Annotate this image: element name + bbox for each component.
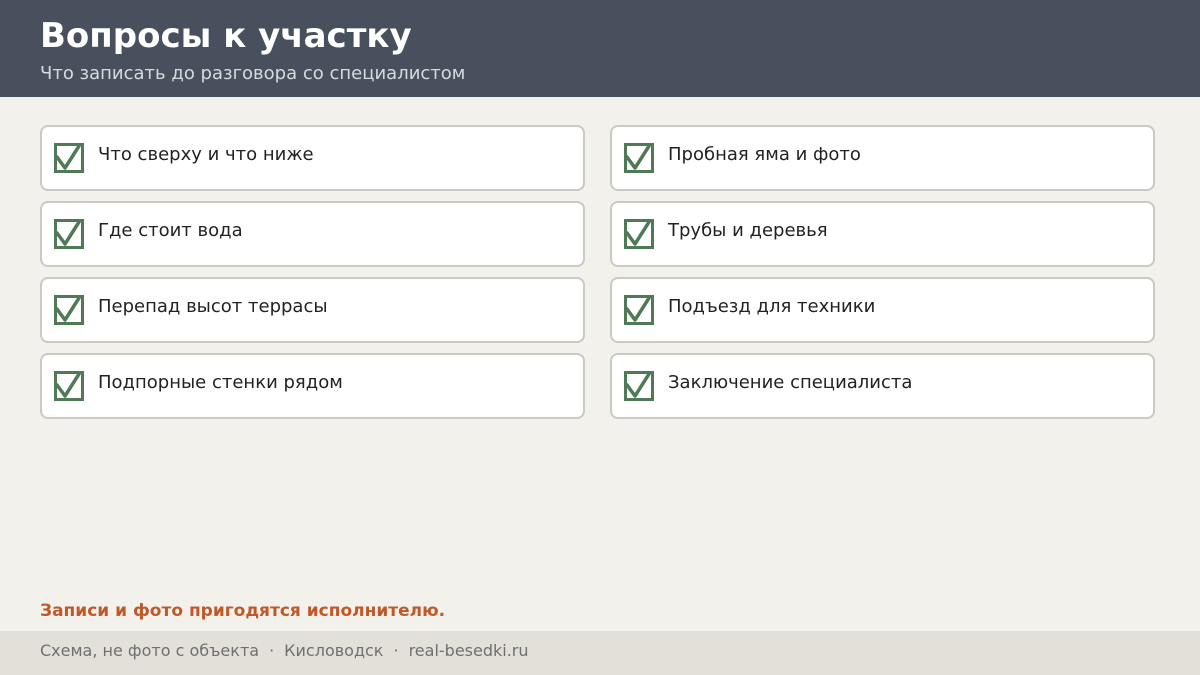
checkbox-checked-icon xyxy=(624,219,654,249)
checkbox-checked-icon xyxy=(54,295,84,325)
checkbox-checked-icon xyxy=(624,371,654,401)
footer-caption: Схема, не фото с объекта xyxy=(40,641,260,660)
checklist-item-label: Пробная яма и фото xyxy=(668,144,861,165)
checklist-item: Подпорные стенки рядом xyxy=(40,353,585,419)
checklist-item-label: Подъезд для техники xyxy=(668,296,876,317)
accent-note: Записи и фото пригодятся исполнителю. xyxy=(40,601,446,621)
footer-site: real-besedki.ru xyxy=(408,641,529,660)
header-bar: Вопросы к участку Что записать до разгов… xyxy=(0,0,1200,97)
checkbox-checked-icon xyxy=(54,143,84,173)
checklist-item: Подъезд для техники xyxy=(610,277,1155,343)
checklist-item: Где стоит вода xyxy=(40,201,585,267)
checklist-item-label: Что сверху и что ниже xyxy=(98,144,314,165)
checklist-item-label: Заключение специалиста xyxy=(668,372,913,393)
checklist-item: Перепад высот террасы xyxy=(40,277,585,343)
checkbox-checked-icon xyxy=(54,371,84,401)
footer-separator: · xyxy=(393,641,399,660)
checklist-item: Трубы и деревья xyxy=(610,201,1155,267)
footer-bar: Схема, не фото с объекта · Кисловодск · real… xyxy=(0,631,1200,675)
checklist-item-label: Где стоит вода xyxy=(98,220,243,241)
checklist-item: Пробная яма и фото xyxy=(610,125,1155,191)
checklist-item: Заключение специалиста xyxy=(610,353,1155,419)
checkbox-checked-icon xyxy=(624,143,654,173)
checklist-item-label: Перепад высот террасы xyxy=(98,296,328,317)
checklist-item: Что сверху и что ниже xyxy=(40,125,585,191)
page-subtitle: Что записать до разговора со специалисто… xyxy=(40,63,466,84)
checkbox-checked-icon xyxy=(54,219,84,249)
footer-line: Схема, не фото с объекта · Кисловодск · real… xyxy=(40,641,529,661)
footer-separator: · xyxy=(269,641,275,660)
checklist-item-label: Трубы и деревья xyxy=(668,220,828,241)
page-title: Вопросы к участку xyxy=(40,16,412,56)
footer-city: Кисловодск xyxy=(284,641,384,660)
checkbox-checked-icon xyxy=(624,295,654,325)
checklist-item-label: Подпорные стенки рядом xyxy=(98,372,343,393)
